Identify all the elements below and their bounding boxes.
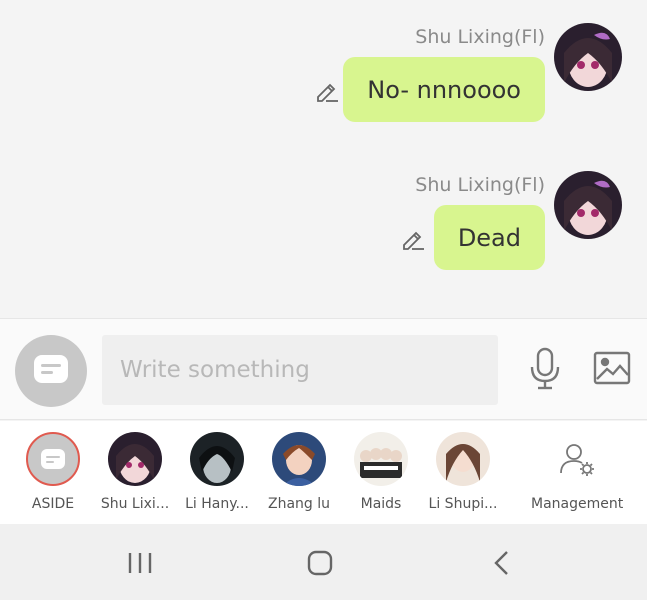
- home-icon[interactable]: [307, 550, 333, 581]
- contact-tray: ASIDE Shu Lixi... Li Hany... Zhang lu Ma…: [0, 421, 647, 524]
- back-icon[interactable]: [492, 550, 512, 581]
- avatar: [190, 432, 244, 486]
- contact-label: ASIDE: [31, 496, 75, 512]
- management-button[interactable]: Management: [531, 432, 623, 512]
- sender-name: Shu Lixing(Fl): [415, 26, 545, 48]
- image-icon[interactable]: [593, 351, 631, 390]
- avatar[interactable]: [554, 171, 622, 239]
- edit-icon[interactable]: [314, 78, 340, 104]
- avatar: [354, 432, 408, 486]
- contact-label: Li Shupi...: [428, 496, 498, 512]
- message-bubble[interactable]: No- nnnoooo: [343, 57, 545, 122]
- system-navigation-bar: [0, 524, 647, 600]
- user-settings-icon: [550, 432, 604, 486]
- contact-label: Li Hany...: [185, 496, 249, 512]
- microphone-icon[interactable]: [527, 347, 563, 396]
- sender-name: Shu Lixing(Fl): [415, 174, 545, 196]
- contact-li-shupi[interactable]: Li Shupi...: [423, 432, 503, 512]
- contact-label: Maids: [360, 496, 402, 512]
- message-input[interactable]: Write something: [102, 335, 498, 405]
- contact-label: Zhang lu: [267, 496, 330, 512]
- contact-aside[interactable]: ASIDE: [13, 432, 93, 512]
- message-bubble[interactable]: Dead: [433, 205, 545, 270]
- avatar: [108, 432, 162, 486]
- avatar: [436, 432, 490, 486]
- contact-zhang-lu[interactable]: Zhang lu: [259, 432, 339, 512]
- contact-maids[interactable]: Maids: [341, 432, 421, 512]
- contact-shu-lixing[interactable]: Shu Lixi...: [95, 432, 175, 512]
- recent-apps-icon[interactable]: [127, 551, 153, 580]
- composer-bar: Write something: [0, 318, 647, 420]
- avatar: [272, 432, 326, 486]
- contact-li-hany[interactable]: Li Hany...: [177, 432, 257, 512]
- management-label: Management: [531, 496, 624, 512]
- avatar[interactable]: [554, 23, 622, 91]
- chat-area: Shu Lixing(Fl) No- nnnoooo Shu Lixing(Fl…: [0, 0, 647, 318]
- aside-toggle-button[interactable]: [15, 335, 87, 407]
- chat-bubble-icon: [26, 432, 80, 486]
- contact-label: Shu Lixi...: [100, 496, 170, 512]
- edit-icon[interactable]: [400, 226, 426, 252]
- chat-bubble-icon: [33, 354, 69, 389]
